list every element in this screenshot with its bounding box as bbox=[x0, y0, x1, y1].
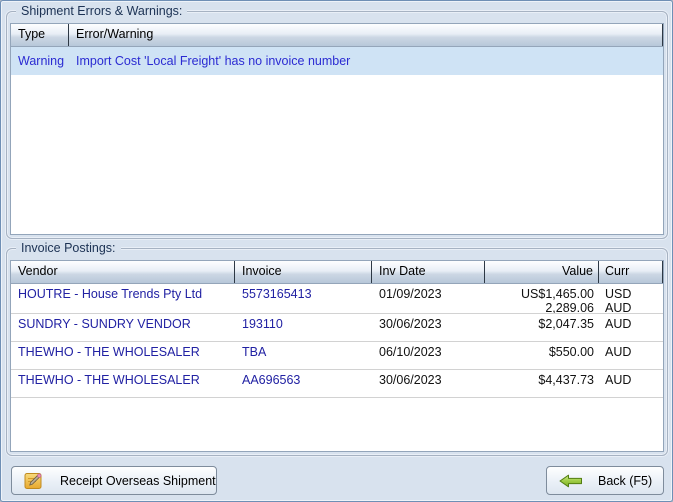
postings-table: Vendor Invoice Inv Date Value Curr HOUTR… bbox=[10, 260, 664, 452]
error-message-cell: Import Cost 'Local Freight' has no invoi… bbox=[69, 54, 663, 68]
posting-invoice-cell: TBA bbox=[235, 345, 372, 369]
errors-table-header: Type Error/Warning bbox=[11, 24, 663, 47]
postings-table-header: Vendor Invoice Inv Date Value Curr bbox=[11, 261, 663, 284]
posting-row[interactable]: SUNDRY - SUNDRY VENDOR 193110 30/06/2023… bbox=[11, 314, 663, 342]
posting-row[interactable]: THEWHO - THE WHOLESALER AA696563 30/06/2… bbox=[11, 370, 663, 398]
posting-invdate-cell: 30/06/2023 bbox=[372, 317, 485, 341]
posting-value-line2: 2,289.06 bbox=[485, 301, 594, 313]
back-button[interactable]: Back (F5) bbox=[546, 466, 664, 495]
posting-curr-line2: AUD bbox=[605, 301, 663, 313]
receipt-overseas-shipment-button[interactable]: Receipt Overseas Shipment bbox=[11, 466, 217, 495]
posting-curr-line1: USD bbox=[605, 287, 663, 301]
posting-vendor-cell: HOUTRE - House Trends Pty Ltd bbox=[11, 287, 235, 313]
postings-groupbox: Invoice Postings: Vendor Invoice Inv Dat… bbox=[6, 248, 668, 456]
posting-value-cell: $550.00 bbox=[485, 345, 599, 369]
posting-row[interactable]: HOUTRE - House Trends Pty Ltd 5573165413… bbox=[11, 284, 663, 314]
postings-col-invdate[interactable]: Inv Date bbox=[372, 261, 485, 283]
posting-value-line1: US$1,465.00 bbox=[485, 287, 594, 301]
posting-curr-cell: AUD bbox=[599, 317, 663, 341]
postings-groupbox-title: Invoice Postings: bbox=[16, 241, 121, 256]
posting-invoice-cell: AA696563 bbox=[235, 373, 372, 397]
postings-col-value[interactable]: Value bbox=[485, 261, 599, 283]
error-type-cell: Warning bbox=[11, 54, 69, 68]
posting-invdate-cell: 01/09/2023 bbox=[372, 287, 485, 313]
posting-curr-cell: USD AUD bbox=[599, 287, 663, 313]
postings-col-vendor[interactable]: Vendor bbox=[11, 261, 235, 283]
posting-vendor-cell: SUNDRY - SUNDRY VENDOR bbox=[11, 317, 235, 341]
posting-curr-cell: AUD bbox=[599, 373, 663, 397]
posting-vendor-cell: THEWHO - THE WHOLESALER bbox=[11, 345, 235, 369]
postings-col-invoice[interactable]: Invoice bbox=[235, 261, 372, 283]
left-arrow-icon bbox=[559, 474, 583, 488]
posting-value-cell: $4,437.73 bbox=[485, 373, 599, 397]
errors-table: Type Error/Warning Warning Import Cost '… bbox=[10, 23, 664, 235]
errors-groupbox-title: Shipment Errors & Warnings: bbox=[16, 4, 187, 19]
posting-value-cell: US$1,465.00 2,289.06 bbox=[485, 287, 599, 313]
error-warning-row[interactable]: Warning Import Cost 'Local Freight' has … bbox=[11, 47, 663, 75]
posting-invdate-cell: 30/06/2023 bbox=[372, 373, 485, 397]
posting-invdate-cell: 06/10/2023 bbox=[372, 345, 485, 369]
errors-groupbox: Shipment Errors & Warnings: Type Error/W… bbox=[6, 11, 668, 239]
errors-col-type[interactable]: Type bbox=[11, 24, 69, 46]
posting-invoice-cell: 5573165413 bbox=[235, 287, 372, 313]
back-button-label: Back (F5) bbox=[598, 474, 652, 488]
receipt-button-label: Receipt Overseas Shipment bbox=[60, 474, 216, 488]
note-edit-icon bbox=[23, 471, 43, 491]
postings-col-curr[interactable]: Curr bbox=[599, 261, 663, 283]
shipment-window: Shipment Errors & Warnings: Type Error/W… bbox=[0, 0, 673, 502]
posting-vendor-cell: THEWHO - THE WHOLESALER bbox=[11, 373, 235, 397]
posting-curr-cell: AUD bbox=[599, 345, 663, 369]
posting-invoice-cell: 193110 bbox=[235, 317, 372, 341]
errors-col-message[interactable]: Error/Warning bbox=[69, 24, 663, 46]
posting-value-cell: $2,047.35 bbox=[485, 317, 599, 341]
posting-row[interactable]: THEWHO - THE WHOLESALER TBA 06/10/2023 $… bbox=[11, 342, 663, 370]
